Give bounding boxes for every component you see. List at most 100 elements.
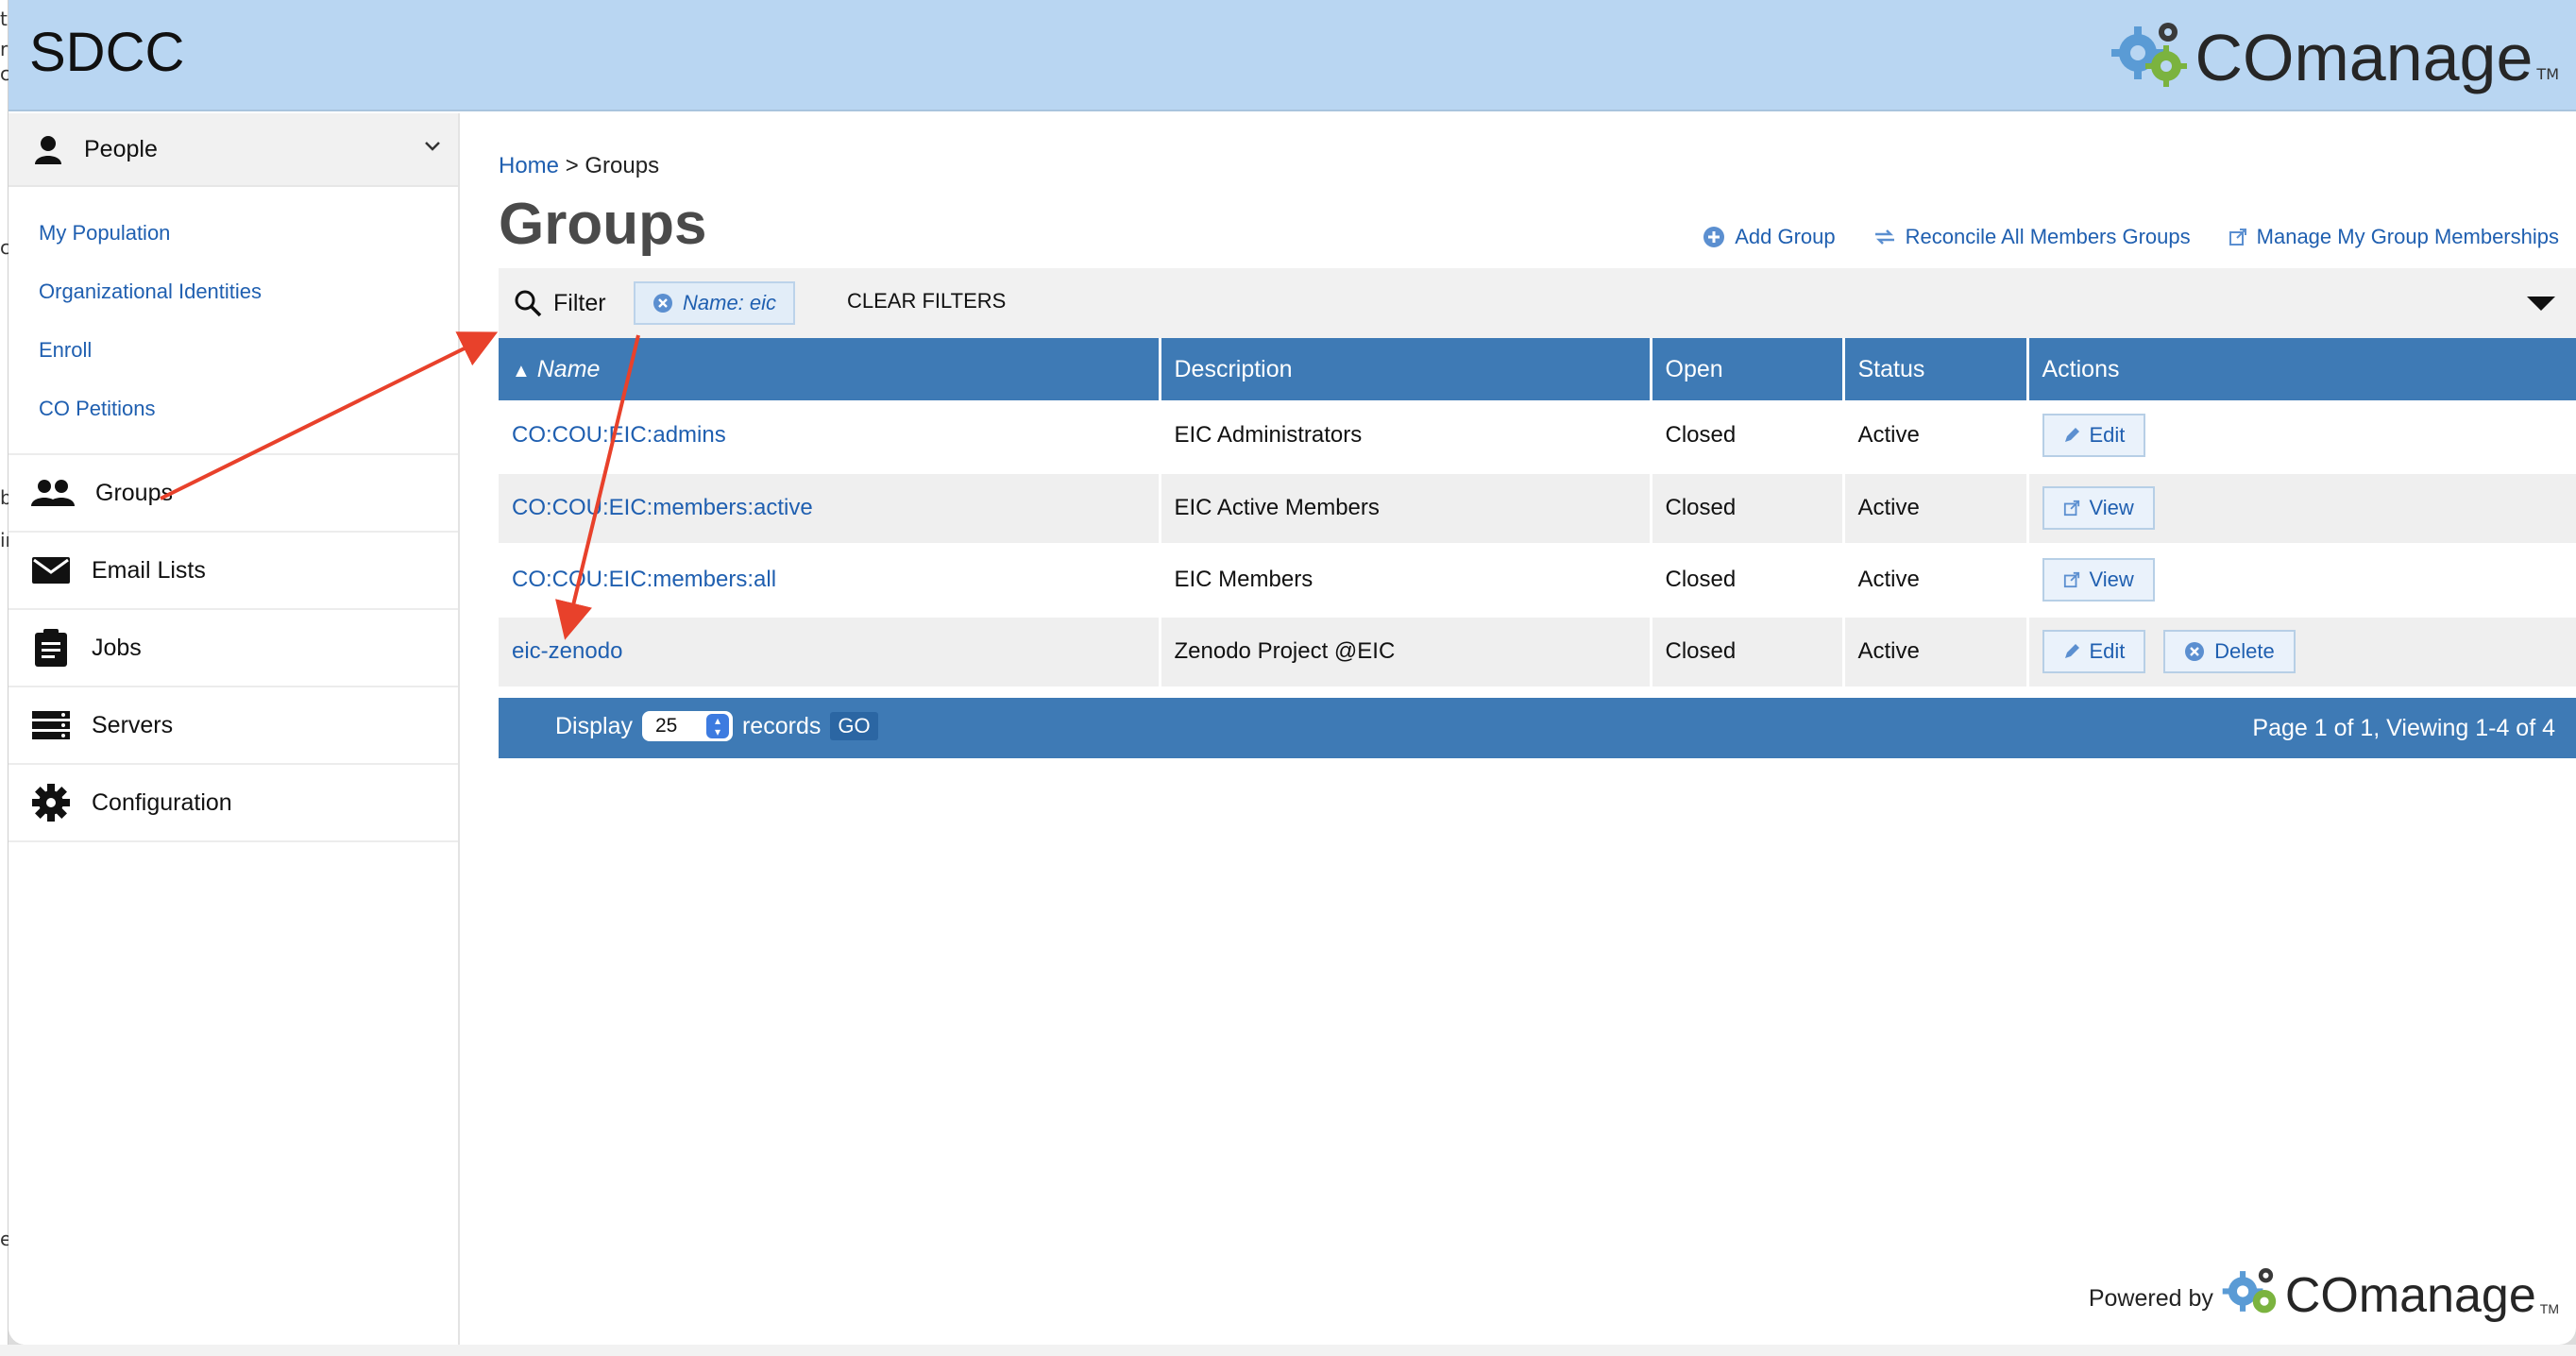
- people-icon: [31, 478, 75, 508]
- cell-open: Closed: [1651, 544, 1845, 618]
- swap-arrows-icon: [1874, 229, 1894, 245]
- sidebar-item-label: People: [84, 135, 158, 162]
- column-header-open: Open: [1651, 338, 1845, 400]
- people-submenu: My Population Organizational Identities …: [8, 187, 458, 455]
- edit-button[interactable]: Edit: [2042, 414, 2146, 458]
- table-row: CO:COU:EIC:members:active EIC Active Mem…: [499, 472, 2576, 546]
- records-per-page-value: 25: [654, 715, 678, 737]
- powered-by-footer: Powered by COmanage TM: [2089, 1265, 2559, 1320]
- group-link[interactable]: CO:COU:EIC:members:all: [512, 567, 776, 592]
- sidebar-sub-enroll[interactable]: Enroll: [39, 321, 458, 380]
- page-title: Groups: [499, 192, 707, 257]
- cell-name: eic-zenodo: [499, 616, 1161, 689]
- background-window-edge: t r c c b in e: [0, 0, 8, 1356]
- sidebar-sub-org-identities[interactable]: Organizational Identities: [39, 263, 458, 321]
- cell-status: Active: [1843, 616, 2029, 689]
- add-group-label: Add Group: [1735, 225, 1836, 248]
- column-header-name[interactable]: ▲ Name: [499, 338, 1161, 400]
- server-icon: [31, 710, 71, 740]
- table-row: CO:COU:EIC:members:all EIC Members Close…: [499, 544, 2576, 618]
- group-link[interactable]: CO:COU:EIC:admins: [512, 422, 726, 448]
- cell-status: Active: [1843, 544, 2029, 618]
- clear-filters-button[interactable]: CLEAR FILTERS: [847, 289, 1006, 314]
- go-button[interactable]: GO: [830, 712, 878, 740]
- comanage-logo[interactable]: COmanage TM: [2110, 19, 2559, 91]
- sidebar-item-groups[interactable]: Groups: [8, 455, 458, 533]
- table-row: CO:COU:EIC:admins EIC Administrators Clo…: [499, 400, 2576, 474]
- reconcile-groups-button[interactable]: Reconcile All Members Groups: [1873, 225, 2191, 249]
- page-size-control: Display 25 ▴ ▾ records GO: [555, 711, 878, 741]
- groups-table: ▲ Name Description Open Status Actions C…: [499, 338, 2576, 689]
- sidebar-item-servers[interactable]: Servers: [8, 687, 458, 765]
- sidebar-item-people[interactable]: People: [8, 113, 458, 187]
- cell-name: CO:COU:EIC:members:all: [499, 544, 1161, 618]
- cell-name: CO:COU:EIC:admins: [499, 400, 1161, 474]
- person-icon: [33, 134, 63, 164]
- group-link[interactable]: eic-zenodo: [512, 638, 622, 664]
- view-button[interactable]: View: [2042, 558, 2155, 602]
- clipboard-icon: [31, 629, 71, 667]
- manage-memberships-button[interactable]: Manage My Group Memberships: [2229, 225, 2559, 249]
- delete-label: Delete: [2214, 639, 2275, 663]
- external-link-icon: [2229, 229, 2246, 246]
- view-button[interactable]: View: [2042, 486, 2155, 530]
- search-icon: [515, 290, 542, 317]
- main-content: Home > Groups Groups Add Group Reconcile…: [499, 113, 2576, 1345]
- cell-open: Closed: [1651, 472, 1845, 546]
- gears-logo-icon: [2111, 23, 2188, 87]
- group-link[interactable]: CO:COU:EIC:members:active: [512, 495, 813, 520]
- breadcrumb-current: Groups: [585, 153, 660, 178]
- table-header-row: ▲ Name Description Open Status Actions: [499, 338, 2576, 400]
- pagination-summary: Page 1 of 1, Viewing 1-4 of 4: [2252, 715, 2555, 741]
- brand-tm: TM: [2536, 65, 2559, 83]
- records-per-page-select[interactable]: 25 ▴ ▾: [641, 711, 733, 741]
- background-window-bottom: [0, 1345, 2576, 1356]
- external-link-icon: [2063, 571, 2079, 588]
- sidebar-sub-co-petitions[interactable]: CO Petitions: [39, 380, 458, 438]
- cell-actions: Edit: [2027, 400, 2576, 474]
- plus-circle-icon: [1703, 227, 1725, 247]
- view-label: View: [2089, 496, 2134, 519]
- close-circle-icon[interactable]: [652, 293, 673, 314]
- table-row: eic-zenodo Zenodo Project @EIC Closed Ac…: [499, 616, 2576, 689]
- close-circle-icon: [2185, 642, 2205, 661]
- sidebar-item-label: Servers: [92, 711, 174, 738]
- filter-toggle[interactable]: Filter: [514, 289, 606, 317]
- delete-button[interactable]: Delete: [2163, 630, 2296, 673]
- cell-description: Zenodo Project @EIC: [1160, 616, 1652, 689]
- display-label: Display: [555, 712, 633, 739]
- cell-description: EIC Members: [1160, 544, 1652, 618]
- site-title[interactable]: SDCC: [29, 21, 184, 84]
- sidebar-item-configuration[interactable]: Configuration: [8, 765, 458, 842]
- footer-brand-tm: TM: [2539, 1301, 2559, 1316]
- cell-open: Closed: [1651, 400, 1845, 474]
- filter-bar: Filter Name: eic CLEAR FILTERS: [499, 268, 2576, 338]
- sidebar-item-email-lists[interactable]: Email Lists: [8, 533, 458, 610]
- view-label: View: [2089, 568, 2134, 591]
- filter-chip-label: Name: eic: [683, 291, 777, 314]
- pencil-icon: [2064, 644, 2079, 658]
- sidebar-sub-my-population[interactable]: My Population: [39, 204, 458, 263]
- sidebar-item-label: Email Lists: [92, 556, 206, 584]
- cell-description: EIC Active Members: [1160, 472, 1652, 546]
- add-group-button[interactable]: Add Group: [1703, 225, 1836, 249]
- sort-asc-icon: ▲: [512, 360, 531, 381]
- sidebar-item-label: Configuration: [92, 788, 232, 816]
- chevron-down-icon[interactable]: [424, 132, 441, 159]
- column-header-description: Description: [1160, 338, 1652, 400]
- sidebar-item-label: Jobs: [92, 634, 142, 661]
- caret-down-icon[interactable]: [2527, 297, 2555, 311]
- filter-chip-name[interactable]: Name: eic: [634, 281, 796, 325]
- cell-status: Active: [1843, 472, 2029, 546]
- pencil-icon: [2064, 428, 2079, 443]
- breadcrumb-separator: >: [565, 153, 579, 178]
- sidebar-item-jobs[interactable]: Jobs: [8, 610, 458, 687]
- column-header-actions: Actions: [2027, 338, 2576, 400]
- filter-label: Filter: [553, 289, 606, 316]
- breadcrumb-home-link[interactable]: Home: [499, 153, 559, 178]
- manage-label: Manage My Group Memberships: [2256, 225, 2559, 248]
- gears-logo-icon: [2222, 1268, 2277, 1314]
- edit-button[interactable]: Edit: [2042, 630, 2146, 673]
- cell-actions: View: [2027, 544, 2576, 618]
- column-header-label: Name: [536, 355, 601, 382]
